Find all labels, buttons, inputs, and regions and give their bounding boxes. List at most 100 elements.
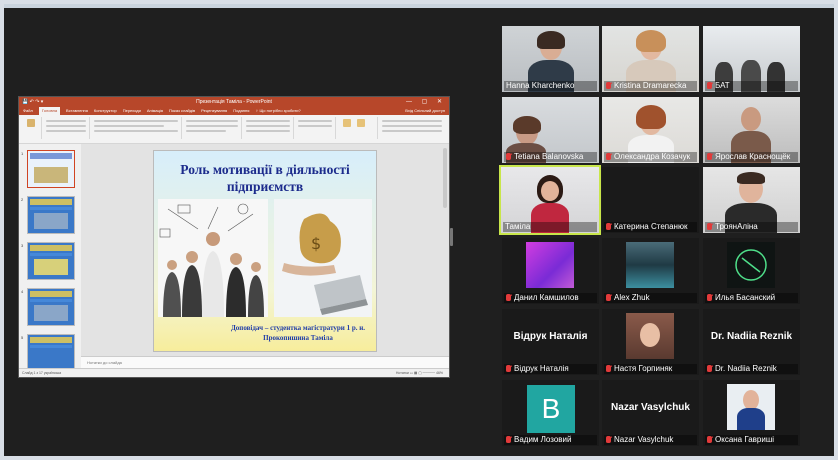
participant-tile[interactable]: Відрук Наталія Відрук Наталія xyxy=(502,309,599,375)
participant-name: Kristina Dramarecka xyxy=(604,81,697,91)
profile-picture xyxy=(727,384,775,430)
mic-muted-icon xyxy=(506,294,511,301)
tab-transitions[interactable]: Переходи xyxy=(123,107,141,115)
participant-tile[interactable]: Dr. Nadiia Reznik Dr. Nadiia Reznik xyxy=(703,309,800,375)
ribbon-group-slides[interactable] xyxy=(43,117,90,139)
mic-muted-icon xyxy=(707,365,712,372)
arrange-icon xyxy=(343,119,351,127)
participant-display-name: Nazar Vasylchuk xyxy=(611,402,690,413)
current-slide[interactable]: Роль мотивації в діяльності підприємств xyxy=(153,150,377,352)
slide-thumb[interactable]: 5 xyxy=(21,334,75,372)
shared-screen[interactable]: 💾 ↶ ↷ ▾ Презентація Таміла - PowerPoint … xyxy=(18,96,450,378)
participant-tile[interactable]: БАТ xyxy=(703,26,800,92)
participant-tile[interactable]: Данил Камшилов xyxy=(502,238,599,304)
ribbon-group-arrange[interactable] xyxy=(337,117,378,139)
window-top-bar xyxy=(0,0,838,8)
participant-tile[interactable]: Олександра Козачук xyxy=(602,97,699,163)
mic-muted-icon xyxy=(606,223,611,230)
profile-picture xyxy=(626,242,674,288)
status-left: Слайд 1 з 17 українська xyxy=(22,371,62,375)
participant-tile[interactable]: Катерина Степанюк xyxy=(602,167,699,233)
participant-name: Катерина Степанюк xyxy=(604,222,697,232)
mic-muted-icon xyxy=(707,153,712,160)
participant-tile[interactable]: Hanna Kharchenko xyxy=(502,26,599,92)
ribbon-group-paragraph[interactable] xyxy=(183,117,242,139)
tab-design[interactable]: Конструктор xyxy=(94,107,117,115)
ribbon-group-shapes[interactable] xyxy=(295,117,336,139)
quick-access-toolbar[interactable]: 💾 ↶ ↷ ▾ xyxy=(22,97,43,107)
participant-name: Nazar Vasylchuk xyxy=(604,435,697,445)
profile-picture xyxy=(727,242,775,288)
participant-name: Dr. Nadiia Reznik xyxy=(705,364,798,374)
ribbon-group-text[interactable] xyxy=(243,117,294,139)
status-bar: Слайд 1 з 17 українська Нотатки ▭ ▦ ▢ ──… xyxy=(19,368,449,377)
svg-text:$: $ xyxy=(311,234,321,253)
mic-muted-icon xyxy=(606,153,611,160)
slide-thumb[interactable]: 1 xyxy=(21,150,75,188)
tell-me-box[interactable]: ♀ Що потрібно зробити? xyxy=(255,107,300,115)
slide-footer: Доповідач – студентка магістратури 1 р. … xyxy=(230,324,366,342)
participant-tile[interactable]: Tetiana Balanovska xyxy=(502,97,599,163)
vertical-scrollbar[interactable] xyxy=(443,148,447,208)
participant-name: Данил Камшилов xyxy=(504,293,597,303)
window-controls[interactable]: — ▢ ✕ xyxy=(406,97,446,107)
slide-thumb[interactable]: 2 xyxy=(21,196,75,234)
mic-muted-icon xyxy=(506,153,511,160)
participant-tile[interactable]: Nazar Vasylchuk Nazar Vasylchuk xyxy=(602,380,699,446)
participant-name: Hanna Kharchenko xyxy=(504,81,597,91)
tab-file[interactable]: Файл xyxy=(23,107,33,115)
participant-tile[interactable]: Илья Басанский xyxy=(703,238,800,304)
mic-muted-icon xyxy=(606,294,611,301)
mic-muted-icon xyxy=(606,365,611,372)
profile-picture xyxy=(626,313,674,359)
business-people-image xyxy=(158,199,268,317)
paste-icon xyxy=(27,119,35,127)
mic-muted-icon xyxy=(707,294,712,301)
participant-tile[interactable]: ТроянАліна xyxy=(703,167,800,233)
mic-muted-icon xyxy=(606,82,611,89)
participant-tile[interactable]: Настя Горпиняк xyxy=(602,309,699,375)
mic-muted-icon xyxy=(506,436,511,443)
slide-thumb[interactable]: 3 xyxy=(21,242,75,280)
zoom-controls[interactable]: Нотатки ▭ ▦ ▢ ───── 46% xyxy=(396,369,443,377)
ribbon-group-drawing[interactable] xyxy=(379,117,445,139)
avatar: B xyxy=(527,385,575,433)
tab-home[interactable]: Головна xyxy=(38,107,61,115)
sign-in-share[interactable]: Вхід Спільний доступ xyxy=(405,107,449,115)
mic-muted-icon xyxy=(707,223,712,230)
participant-tile[interactable]: Оксана Гавриші xyxy=(703,380,800,446)
participant-name: Вадим Лозовий xyxy=(504,435,597,445)
participant-name: ТроянАліна xyxy=(705,222,798,232)
ribbon xyxy=(19,115,449,144)
participant-tile[interactable]: Alex Zhuk xyxy=(602,238,699,304)
participant-name: Tetiana Balanovska xyxy=(504,152,597,162)
participant-name: Настя Горпиняк xyxy=(604,364,697,374)
tab-insert[interactable]: Вставлення xyxy=(66,107,88,115)
ppt-workspace: 1 2 3 4 5 Роль мотивації в діяльності пі… xyxy=(19,144,449,372)
participant-name: Alex Zhuk xyxy=(604,293,697,303)
ribbon-tabs: Файл Головна Вставлення Конструктор Пере… xyxy=(19,107,449,115)
tab-slideshow[interactable]: Показ слайдів xyxy=(169,107,195,115)
participant-tile[interactable]: B Вадим Лозовий xyxy=(502,380,599,446)
profile-picture xyxy=(526,242,574,288)
participant-name: БАТ xyxy=(705,81,798,91)
ribbon-group-font[interactable] xyxy=(91,117,182,139)
slide-thumbnails[interactable]: 1 2 3 4 5 xyxy=(19,144,82,372)
mic-muted-icon xyxy=(707,436,712,443)
participant-tile-active-speaker[interactable]: Таміла xyxy=(499,165,601,235)
slide-editor[interactable]: Роль мотивації в діяльності підприємств xyxy=(81,144,449,357)
slide-title: Роль мотивації в діяльності підприємств xyxy=(180,162,350,194)
mic-muted-icon xyxy=(707,82,712,89)
participant-tile[interactable]: Kristina Dramarecka xyxy=(602,26,699,92)
tab-review[interactable]: Рецензування xyxy=(201,107,227,115)
split-view-handle[interactable] xyxy=(450,228,453,246)
slide-thumb[interactable]: 4 xyxy=(21,288,75,326)
participant-tile[interactable]: Ярослав Краснощёк xyxy=(703,97,800,163)
tab-animations[interactable]: Анімація xyxy=(147,107,163,115)
participant-name: Таміла xyxy=(503,222,597,232)
participant-display-name: Dr. Nadiia Reznik xyxy=(710,331,793,342)
ppt-window-title: Презентація Таміла - PowerPoint xyxy=(196,99,272,105)
tab-view[interactable]: Подання xyxy=(233,107,249,115)
mic-muted-icon xyxy=(506,365,511,372)
ribbon-group-clipboard[interactable] xyxy=(21,117,42,139)
